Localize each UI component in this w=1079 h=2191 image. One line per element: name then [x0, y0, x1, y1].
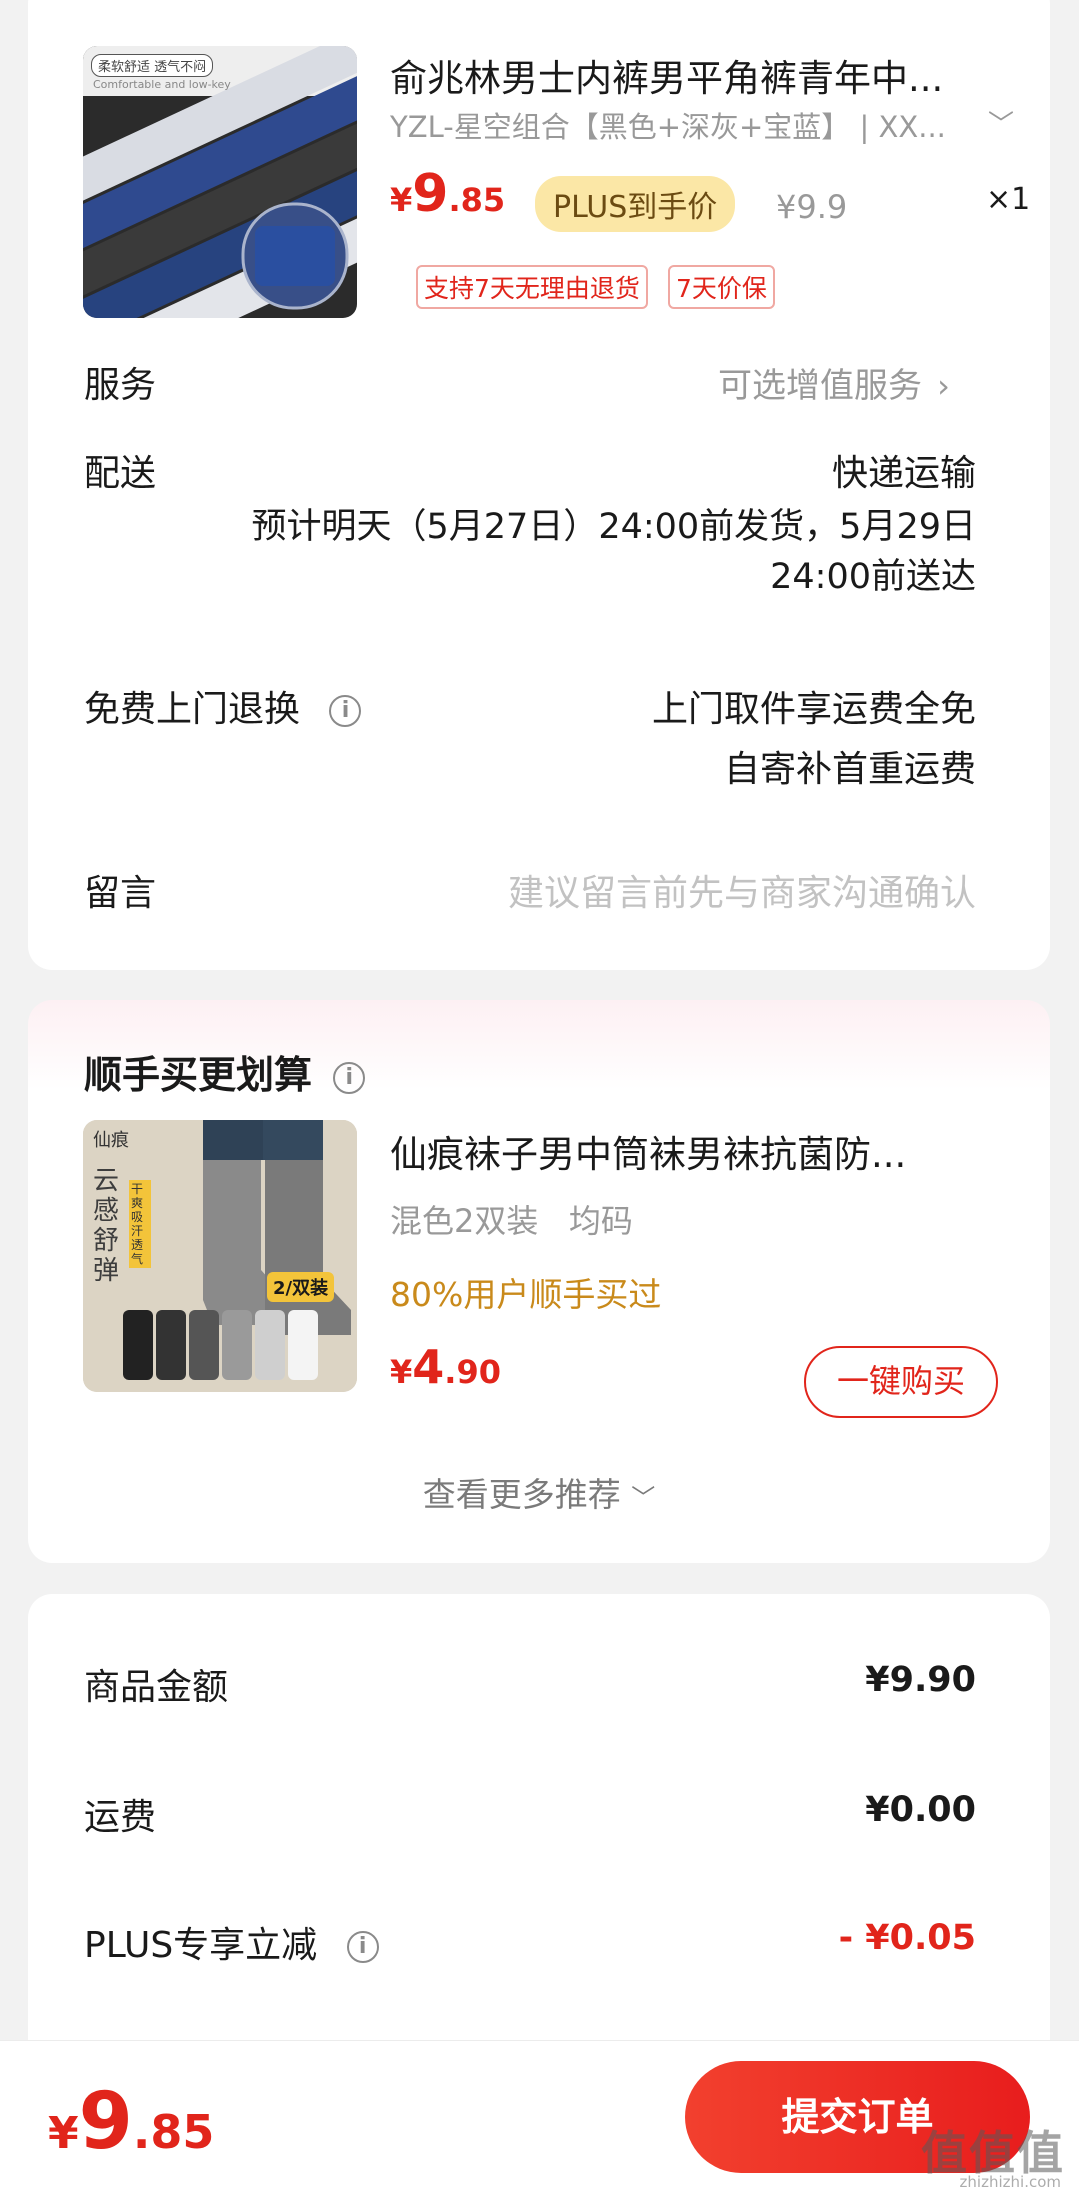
product-image-caption: Comfortable and low-key: [93, 78, 231, 91]
order-item-card: 柔软舒适 透气不闷 Comfortable and low-key 俞兆林男士内…: [28, 0, 1050, 970]
addon-image-slogan: 云感舒弹: [93, 1166, 120, 1286]
addon-image-brand: 仙痕: [93, 1130, 129, 1151]
summary-value-goods: ¥9.90: [865, 1660, 976, 1700]
addon-variant: 混色2双装 均码: [390, 1202, 633, 1240]
product-variant[interactable]: YZL-星空组合【黑色+深灰+宝蓝】 | XX...: [390, 104, 970, 146]
service-row[interactable]: 可选增值服务 ›: [718, 358, 950, 407]
see-more-recommendations[interactable]: 查看更多推荐 ﹀: [28, 1468, 1050, 1516]
addon-image-badge: 2/双装: [267, 1272, 335, 1302]
info-icon[interactable]: i: [329, 695, 362, 727]
chevron-down-icon[interactable]: ﹀: [988, 104, 1014, 141]
free-return-label: 免费上门退换 i: [84, 680, 362, 732]
summary-value-shipping: ¥0.00: [865, 1790, 976, 1830]
summary-label-goods: 商品金额: [84, 1667, 229, 1708]
service-tag-return: 支持7天无理由退货: [416, 265, 648, 309]
watermark-site: zhizhizhi.com: [959, 2173, 1061, 2191]
chevron-down-icon: ﹀: [631, 1484, 656, 1512]
product-image-badge: 柔软舒适 透气不闷: [91, 54, 214, 77]
free-return-line1: 上门取件享运费全免: [651, 689, 976, 730]
summary-label-plus-discount: PLUS专享立减 i: [84, 1916, 379, 1968]
service-label: 服务: [84, 365, 157, 406]
service-tag-price-protect: 7天价保: [668, 265, 775, 309]
message-label: 留言: [84, 873, 157, 914]
product-title[interactable]: 俞兆林男士内裤男平角裤青年中...: [390, 48, 1010, 102]
service-value: 可选增值服务: [718, 366, 922, 406]
delivery-estimate-line2: 24:00前送达: [770, 557, 976, 597]
original-price: ¥9.9: [776, 188, 848, 226]
quantity: ×1: [986, 182, 1031, 217]
addon-image-feature: 干爽吸汗透气: [129, 1180, 151, 1268]
product-thumbnail[interactable]: 柔软舒适 透气不闷 Comfortable and low-key: [83, 46, 357, 318]
addon-price: ¥4.90: [390, 1340, 501, 1394]
message-input[interactable]: 建议留言前先与商家沟通确认: [508, 864, 976, 916]
addon-section-title: 顺手买更划算 i: [84, 1044, 366, 1099]
bottom-bar: ¥9.85 提交订单 值值值 zhizhizhi.com: [0, 2040, 1079, 2191]
addon-title[interactable]: 仙痕袜子男中筒袜男袜抗菌防...: [390, 1124, 1010, 1178]
info-icon[interactable]: i: [346, 1931, 379, 1963]
one-click-buy-button[interactable]: 一键购买: [804, 1346, 998, 1418]
chevron-right-icon: ›: [937, 367, 950, 405]
product-price: ¥9.85: [390, 164, 506, 224]
delivery-method[interactable]: 快递运输: [832, 444, 976, 496]
addon-thumbnail[interactable]: 仙痕 云感舒弹 干爽吸汗透气 2/双装: [83, 1120, 357, 1392]
addon-card: 顺手买更划算 i 仙痕 云感舒弹 干爽吸汗透气 2/双装 仙痕袜子男中筒袜男袜抗…: [28, 1000, 1050, 1563]
delivery-estimate-line1: 预计明天（5月27日）24:00前发货，5月29日: [251, 507, 976, 547]
free-return-line2: 自寄补首重运费: [723, 749, 976, 790]
plus-price-tag: PLUS到手价: [535, 176, 736, 232]
delivery-label: 配送: [84, 453, 157, 494]
summary-label-shipping: 运费: [84, 1797, 157, 1838]
total-price: ¥9.85: [48, 2077, 215, 2167]
summary-value-plus-discount: - ¥0.05: [838, 1918, 976, 1958]
info-icon[interactable]: i: [333, 1061, 366, 1094]
price-summary-card: 商品金额 ¥9.90 运费 ¥0.00 PLUS专享立减 i - ¥0.05: [28, 1594, 1050, 2114]
addon-social-proof: 80%用户顺手买过: [390, 1275, 662, 1314]
